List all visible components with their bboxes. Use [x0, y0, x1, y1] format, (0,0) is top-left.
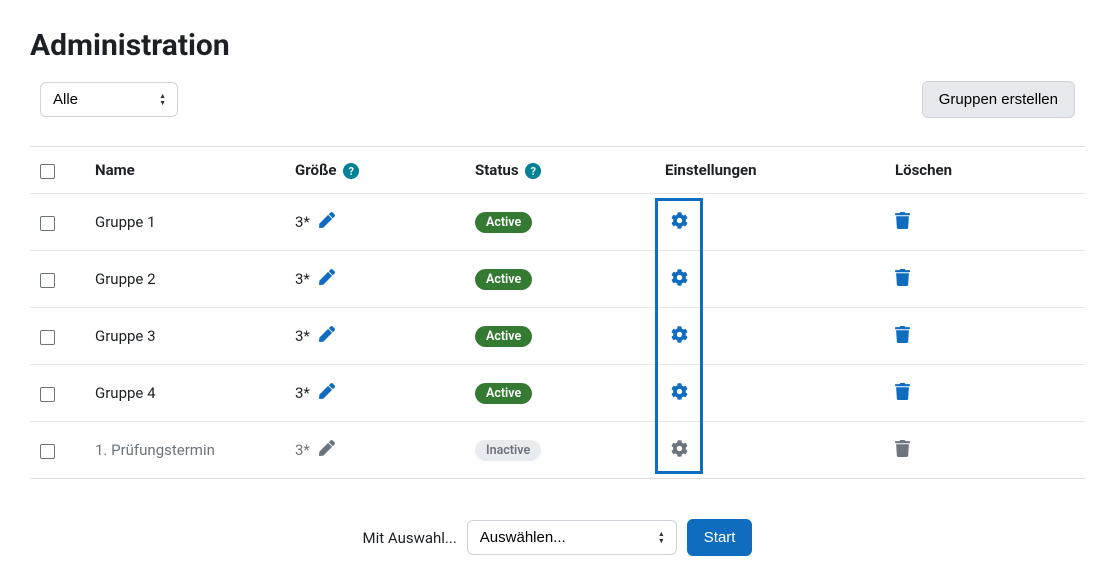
- help-icon[interactable]: ?: [343, 163, 359, 179]
- status-badge: Active: [475, 269, 532, 290]
- pencil-icon[interactable]: [319, 383, 335, 403]
- row-checkbox-cell: [30, 422, 85, 479]
- row-name: 1. Prüfungstermin: [85, 422, 285, 479]
- bulk-actions: Mit Auswahl... Auswählen... Start: [30, 519, 1085, 556]
- bulk-label: Mit Auswahl...: [363, 529, 457, 547]
- table-row: Gruppe 1 3* Active: [30, 194, 1085, 251]
- col-header-checkbox: [30, 147, 85, 194]
- row-checkbox-cell: [30, 194, 85, 251]
- row-checkbox-cell: [30, 251, 85, 308]
- col-header-name: Name: [85, 147, 285, 194]
- row-delete-cell: [885, 251, 1085, 308]
- bulk-select-wrap: Auswählen...: [467, 520, 677, 555]
- status-badge: Inactive: [475, 440, 541, 461]
- pencil-icon[interactable]: [319, 440, 335, 460]
- row-name: Gruppe 2: [85, 251, 285, 308]
- gear-icon[interactable]: [671, 326, 688, 347]
- select-all-checkbox[interactable]: [40, 164, 55, 179]
- row-settings-cell: [655, 308, 885, 365]
- filter-select[interactable]: Alle: [40, 82, 178, 117]
- start-button[interactable]: Start: [687, 519, 753, 556]
- row-size-cell: 3*: [285, 422, 465, 479]
- status-badge: Active: [475, 326, 532, 347]
- col-header-settings: Einstellungen: [655, 147, 885, 194]
- gear-wrap: [665, 436, 693, 464]
- row-size: 3*: [295, 384, 310, 402]
- pencil-icon[interactable]: [319, 212, 335, 232]
- row-name: Gruppe 3: [85, 308, 285, 365]
- row-settings-cell: [655, 194, 885, 251]
- trash-icon[interactable]: [895, 329, 910, 347]
- row-status-cell: Inactive: [465, 422, 655, 479]
- row-status-cell: Active: [465, 308, 655, 365]
- row-size-cell: 3*: [285, 365, 465, 422]
- gear-wrap: [665, 265, 693, 293]
- row-checkbox[interactable]: [40, 273, 55, 288]
- col-header-size: Größe ?: [285, 147, 465, 194]
- row-size: 3*: [295, 270, 310, 288]
- trash-icon[interactable]: [895, 272, 910, 290]
- pencil-icon[interactable]: [319, 269, 335, 289]
- row-size-cell: 3*: [285, 308, 465, 365]
- gear-wrap: [665, 379, 693, 407]
- trash-icon[interactable]: [895, 443, 910, 461]
- row-name: Gruppe 4: [85, 365, 285, 422]
- table-row: Gruppe 4 3* Active: [30, 365, 1085, 422]
- col-header-delete: Löschen: [885, 147, 1085, 194]
- trash-icon[interactable]: [895, 386, 910, 404]
- table-row: Gruppe 2 3* Active: [30, 251, 1085, 308]
- col-header-status: Status ?: [465, 147, 655, 194]
- help-icon[interactable]: ?: [525, 163, 541, 179]
- row-size-cell: 3*: [285, 251, 465, 308]
- groups-table: Name Größe ? Status ? Einstellungen Lösc…: [30, 146, 1085, 479]
- table-row: Gruppe 3 3* Active: [30, 308, 1085, 365]
- row-delete-cell: [885, 365, 1085, 422]
- row-checkbox[interactable]: [40, 330, 55, 345]
- row-delete-cell: [885, 308, 1085, 365]
- row-checkbox[interactable]: [40, 387, 55, 402]
- row-status-cell: Active: [465, 251, 655, 308]
- gear-wrap: [665, 208, 693, 236]
- row-delete-cell: [885, 194, 1085, 251]
- row-settings-cell: [655, 422, 885, 479]
- col-header-status-label: Status: [475, 161, 519, 179]
- col-header-size-label: Größe: [295, 161, 337, 179]
- filter-select-wrap: Alle: [40, 82, 178, 117]
- gear-wrap: [665, 322, 693, 350]
- row-checkbox-cell: [30, 365, 85, 422]
- gear-icon[interactable]: [671, 212, 688, 233]
- row-name: Gruppe 1: [85, 194, 285, 251]
- row-checkbox-cell: [30, 308, 85, 365]
- row-size: 3*: [295, 327, 310, 345]
- row-size: 3*: [295, 213, 310, 231]
- row-delete-cell: [885, 422, 1085, 479]
- row-settings-cell: [655, 365, 885, 422]
- table-row: 1. Prüfungstermin 3* Inactive: [30, 422, 1085, 479]
- pencil-icon[interactable]: [319, 326, 335, 346]
- row-checkbox[interactable]: [40, 444, 55, 459]
- status-badge: Active: [475, 383, 532, 404]
- toolbar: Alle Gruppen erstellen: [30, 81, 1085, 118]
- row-settings-cell: [655, 251, 885, 308]
- create-groups-button[interactable]: Gruppen erstellen: [922, 81, 1075, 118]
- bulk-select[interactable]: Auswählen...: [467, 520, 677, 555]
- row-status-cell: Active: [465, 365, 655, 422]
- trash-icon[interactable]: [895, 215, 910, 233]
- row-checkbox[interactable]: [40, 216, 55, 231]
- gear-icon[interactable]: [671, 383, 688, 404]
- page-title: Administration: [30, 28, 1085, 63]
- status-badge: Active: [475, 212, 532, 233]
- gear-icon[interactable]: [671, 269, 688, 290]
- row-size: 3*: [295, 441, 310, 459]
- row-status-cell: Active: [465, 194, 655, 251]
- gear-icon[interactable]: [671, 440, 688, 461]
- row-size-cell: 3*: [285, 194, 465, 251]
